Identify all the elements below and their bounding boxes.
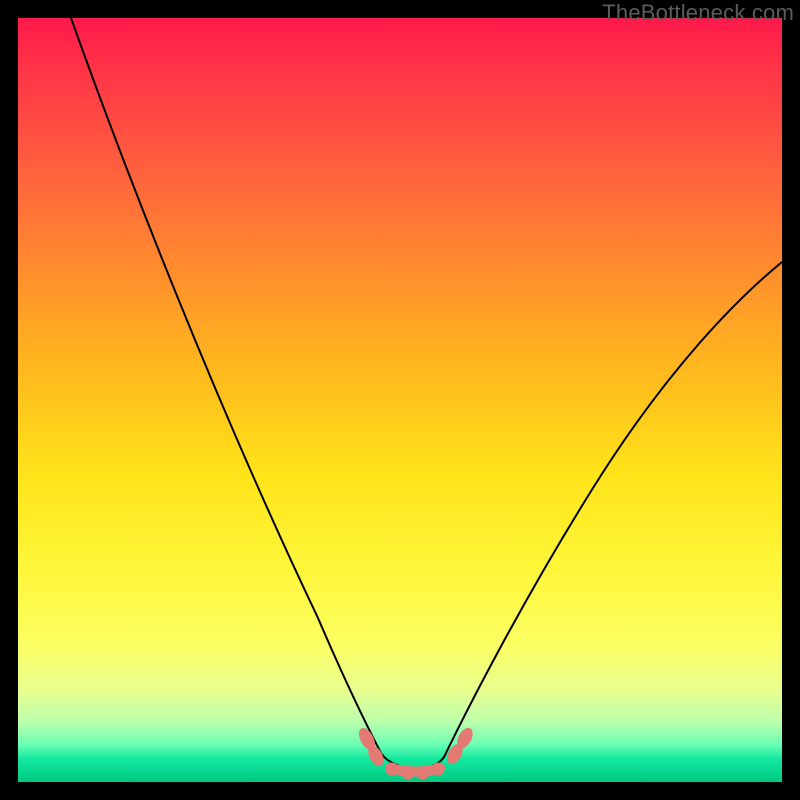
watermark-text: TheBottleneck.com	[602, 0, 794, 26]
plot-area	[18, 18, 782, 782]
marker-floor-d	[432, 763, 445, 776]
chart-svg	[18, 18, 782, 782]
curve-left-branch	[71, 18, 381, 753]
chart-frame: TheBottleneck.com	[0, 0, 800, 800]
marker-floor-b	[402, 767, 415, 780]
curve-right-branch	[446, 262, 782, 753]
marker-floor-c	[417, 767, 430, 780]
marker-floor-a	[386, 763, 399, 776]
